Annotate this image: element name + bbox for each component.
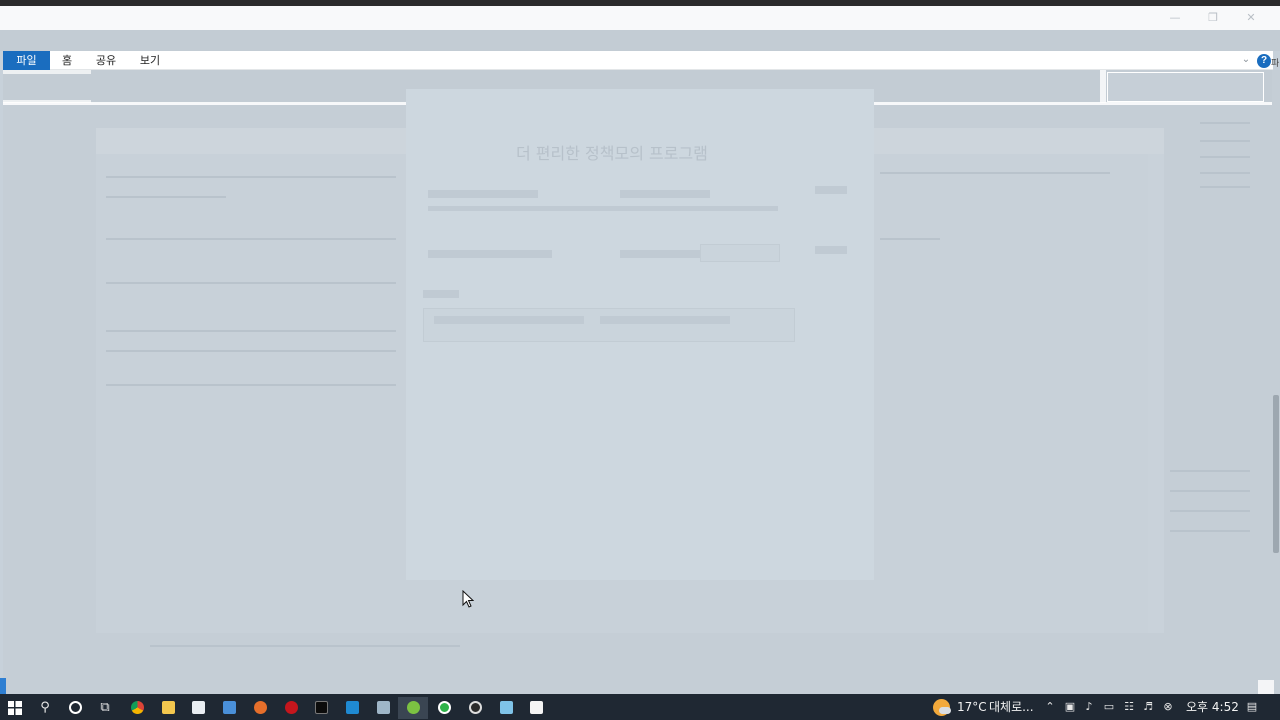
battery-icon[interactable]: ▭ bbox=[1099, 694, 1119, 720]
tab-view[interactable]: 보기 bbox=[135, 51, 165, 70]
vertical-scrollbar[interactable] bbox=[1272, 70, 1280, 678]
vscode-icon[interactable] bbox=[337, 697, 367, 719]
faded-footer-line bbox=[150, 645, 460, 647]
dialog-faded-label bbox=[423, 290, 459, 298]
tray-chevron-up-icon[interactable]: ⌃ bbox=[1040, 694, 1060, 720]
faded-text-line bbox=[106, 176, 396, 178]
faded-text-line bbox=[106, 282, 396, 284]
faded-side-item bbox=[1200, 172, 1250, 174]
chrome-icon[interactable] bbox=[122, 697, 152, 719]
search-icon[interactable]: ⚲ bbox=[30, 697, 60, 719]
clover-icon[interactable] bbox=[398, 697, 428, 719]
ribbon-tabs: 파일 홈 공유 보기 ⌄ ? bbox=[3, 51, 1273, 70]
faded-text-line bbox=[880, 172, 1110, 174]
action-center-icon[interactable]: ▤ bbox=[1242, 694, 1262, 720]
status-corner bbox=[1258, 680, 1274, 694]
offscreen-label: 파 bbox=[1271, 59, 1280, 69]
quick-access-band bbox=[0, 30, 1280, 51]
mouse-cursor-icon bbox=[462, 590, 474, 608]
terminal-icon[interactable] bbox=[306, 697, 336, 719]
tab-share[interactable]: 공유 bbox=[91, 51, 121, 70]
dialog-title: 더 편리한 정책모의 프로그램 bbox=[516, 144, 708, 163]
cortana-icon[interactable] bbox=[60, 697, 90, 719]
dialog-faded-button bbox=[815, 246, 847, 254]
close-button[interactable]: ✕ bbox=[1228, 6, 1274, 30]
faded-side-item bbox=[1170, 530, 1250, 532]
faded-text-line bbox=[880, 238, 940, 240]
notification-off-icon[interactable]: ⊗ bbox=[1158, 694, 1178, 720]
green-app-icon[interactable] bbox=[429, 697, 459, 719]
volume-icon[interactable]: ♬ bbox=[1138, 694, 1158, 720]
dialog-faded-text bbox=[434, 316, 584, 324]
status-strip bbox=[0, 678, 1280, 694]
dialog-faded-text bbox=[428, 206, 778, 211]
faded-side-item bbox=[1200, 156, 1250, 158]
tab-home[interactable]: 홈 bbox=[56, 51, 78, 70]
dialog-faded-text bbox=[600, 316, 730, 324]
task-view-icon[interactable]: ⧉ bbox=[90, 697, 120, 719]
clock[interactable]: 오후 4:52 bbox=[1186, 694, 1239, 720]
faded-side-item bbox=[1170, 470, 1250, 472]
nav-buttons-area bbox=[3, 70, 91, 74]
faded-text-line bbox=[106, 384, 396, 386]
faded-side-item bbox=[1200, 122, 1250, 124]
opera-icon[interactable] bbox=[276, 697, 306, 719]
dialog-faded-label bbox=[428, 190, 538, 198]
ribbon-expand-chevron-icon[interactable]: ⌄ bbox=[1239, 53, 1253, 67]
weather-cloud-icon[interactable] bbox=[939, 707, 951, 714]
file-explorer-icon[interactable] bbox=[153, 697, 183, 719]
remote-desktop-icon[interactable] bbox=[368, 697, 398, 719]
faded-side-item bbox=[1170, 490, 1250, 492]
faded-text-line bbox=[106, 238, 396, 240]
obs-icon[interactable] bbox=[460, 697, 490, 719]
wifi-icon[interactable]: ☷ bbox=[1119, 694, 1139, 720]
weather-text[interactable]: 대체로... bbox=[989, 694, 1034, 720]
search-input[interactable] bbox=[1107, 72, 1264, 102]
address-divider bbox=[1100, 70, 1106, 103]
meet-now-icon[interactable]: ▣ bbox=[1060, 694, 1080, 720]
faded-text-line bbox=[106, 350, 396, 352]
faded-text-line bbox=[106, 196, 226, 198]
tab-file[interactable]: 파일 bbox=[3, 51, 50, 70]
firefox-icon[interactable] bbox=[245, 697, 275, 719]
status-accent bbox=[0, 678, 6, 694]
windows-start-icon[interactable] bbox=[0, 697, 30, 719]
window-title-bar bbox=[0, 6, 1280, 30]
faded-text-line bbox=[106, 330, 396, 332]
notepad-icon[interactable] bbox=[491, 697, 521, 719]
store-icon[interactable] bbox=[183, 697, 213, 719]
help-icon[interactable]: ? bbox=[1257, 54, 1271, 68]
microphone-icon[interactable]: ♪ bbox=[1079, 694, 1099, 720]
dialog-faded-field bbox=[423, 308, 795, 342]
mail-icon[interactable] bbox=[214, 697, 244, 719]
dialog-faded-button bbox=[815, 186, 847, 194]
dialog-faded-field bbox=[700, 244, 780, 262]
dialog-faded-label bbox=[620, 190, 710, 198]
dialog-faded-label bbox=[620, 250, 700, 258]
scrollbar-thumb[interactable] bbox=[1273, 395, 1279, 553]
faded-side-item bbox=[1170, 510, 1250, 512]
document-icon[interactable] bbox=[521, 697, 551, 719]
weather-temp[interactable]: 17°C bbox=[957, 694, 987, 720]
faded-side-item bbox=[1200, 140, 1250, 142]
dialog-faded-label bbox=[428, 250, 552, 258]
faded-side-item bbox=[1200, 186, 1250, 188]
